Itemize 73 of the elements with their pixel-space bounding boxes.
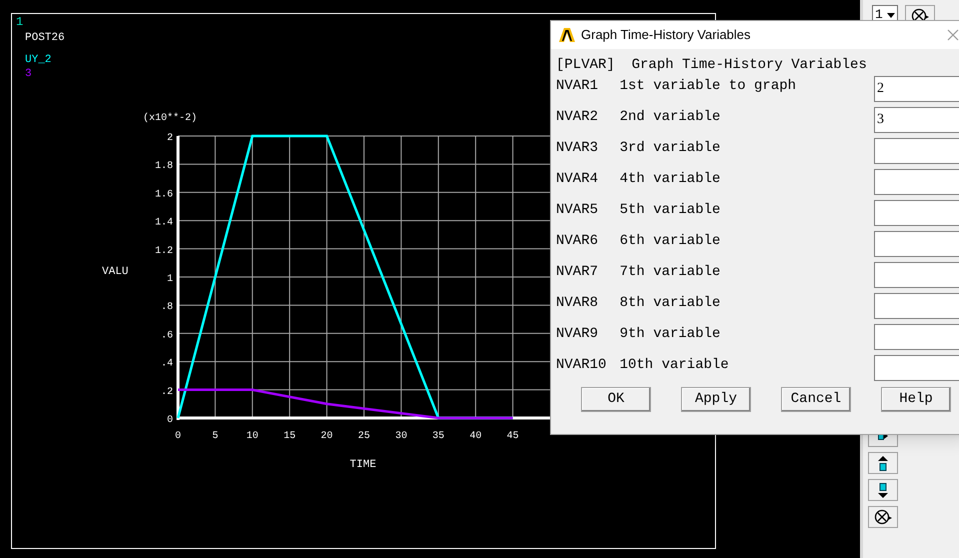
variable-input[interactable] [874,355,959,381]
tick-label: .8 [160,302,173,314]
variable-label: 1st variable to graph [620,77,798,96]
variable-name: NVAR3 [556,139,600,158]
variable-input[interactable] [874,200,959,226]
axis-multiplier: (x10**-2) [143,113,198,124]
tick-label: 1 [166,274,173,285]
tick-label: 2 [166,133,173,144]
tick-label: .4 [160,358,173,370]
variable-label: 7th variable [620,263,722,282]
caret-icon [887,12,895,18]
cube-up-icon [878,456,888,470]
tick-label: 1.6 [154,189,173,200]
tick-label: 40 [470,431,482,442]
variable-name: NVAR5 [556,201,600,220]
variable-label: 6th variable [620,232,722,251]
dialog-button[interactable]: Help [881,387,951,412]
dialog-button[interactable]: Apply [681,387,751,412]
variable-input[interactable] [874,262,959,288]
tick-label: 35 [432,431,444,442]
variable-input[interactable] [874,138,959,164]
variable-name: NVAR4 [556,170,600,189]
variable-input[interactable]: 3 [874,107,959,133]
view-button[interactable] [868,452,898,474]
tick-label: 25 [358,431,370,442]
dialog-title: Graph Time-History Variables [581,26,751,44]
variable-label: 5th variable [620,201,722,220]
tick-label: 5 [212,431,218,442]
close-icon[interactable] [947,29,959,41]
variable-input[interactable] [874,293,959,319]
tick-label: 30 [395,431,408,442]
variable-name: NVAR10 [556,356,608,375]
axis-label: VALU [102,266,128,278]
app-logo-icon [559,27,575,43]
variable-label: 2nd variable [620,108,722,127]
variable-name: NVAR7 [556,263,600,282]
view-button[interactable] [868,479,898,501]
variable-name: NVAR6 [556,232,600,251]
variable-input[interactable] [874,169,959,195]
tick-label: .6 [160,330,173,342]
variable-label: 10th variable [620,356,730,375]
tick-label: 0 [175,431,181,442]
variable-input[interactable] [874,324,959,350]
legend-label: UY_2 [25,53,52,67]
axis-label: TIME [350,459,376,471]
variable-name: NVAR9 [556,325,600,344]
tick-label: 1.2 [154,246,173,257]
rotate-icon [874,508,892,526]
dialog-button[interactable]: OK [581,387,651,412]
variable-name: NVAR2 [556,108,600,127]
tick-label: 20 [320,431,333,442]
variable-input[interactable]: 2 [874,76,959,102]
variable-input[interactable] [874,231,959,257]
rotate-button[interactable] [868,506,898,528]
legend-label: 3 [25,67,32,81]
tick-label: 0 [166,415,173,426]
dialog-heading: [PLVAR] Graph Time-History Variables [556,56,867,74]
variable-label: 3rd variable [620,139,722,158]
dialog-button[interactable]: Cancel [781,387,851,412]
variable-name: NVAR8 [556,294,600,313]
window-number: 1 [16,15,24,29]
plot-title: POST26 [25,31,65,45]
variable-label: 8th variable [620,294,722,313]
cube-down-icon [878,482,888,498]
tick-label: 1.4 [154,218,173,229]
tick-label: 45 [506,431,519,442]
variable-label: 4th variable [620,170,722,189]
variable-name: NVAR1 [556,77,600,96]
variable-label: 9th variable [620,325,722,344]
tick-label: 15 [284,431,296,442]
tick-label: 10 [246,431,258,442]
tick-label: 1.8 [154,161,173,172]
tick-label: .2 [160,386,173,398]
